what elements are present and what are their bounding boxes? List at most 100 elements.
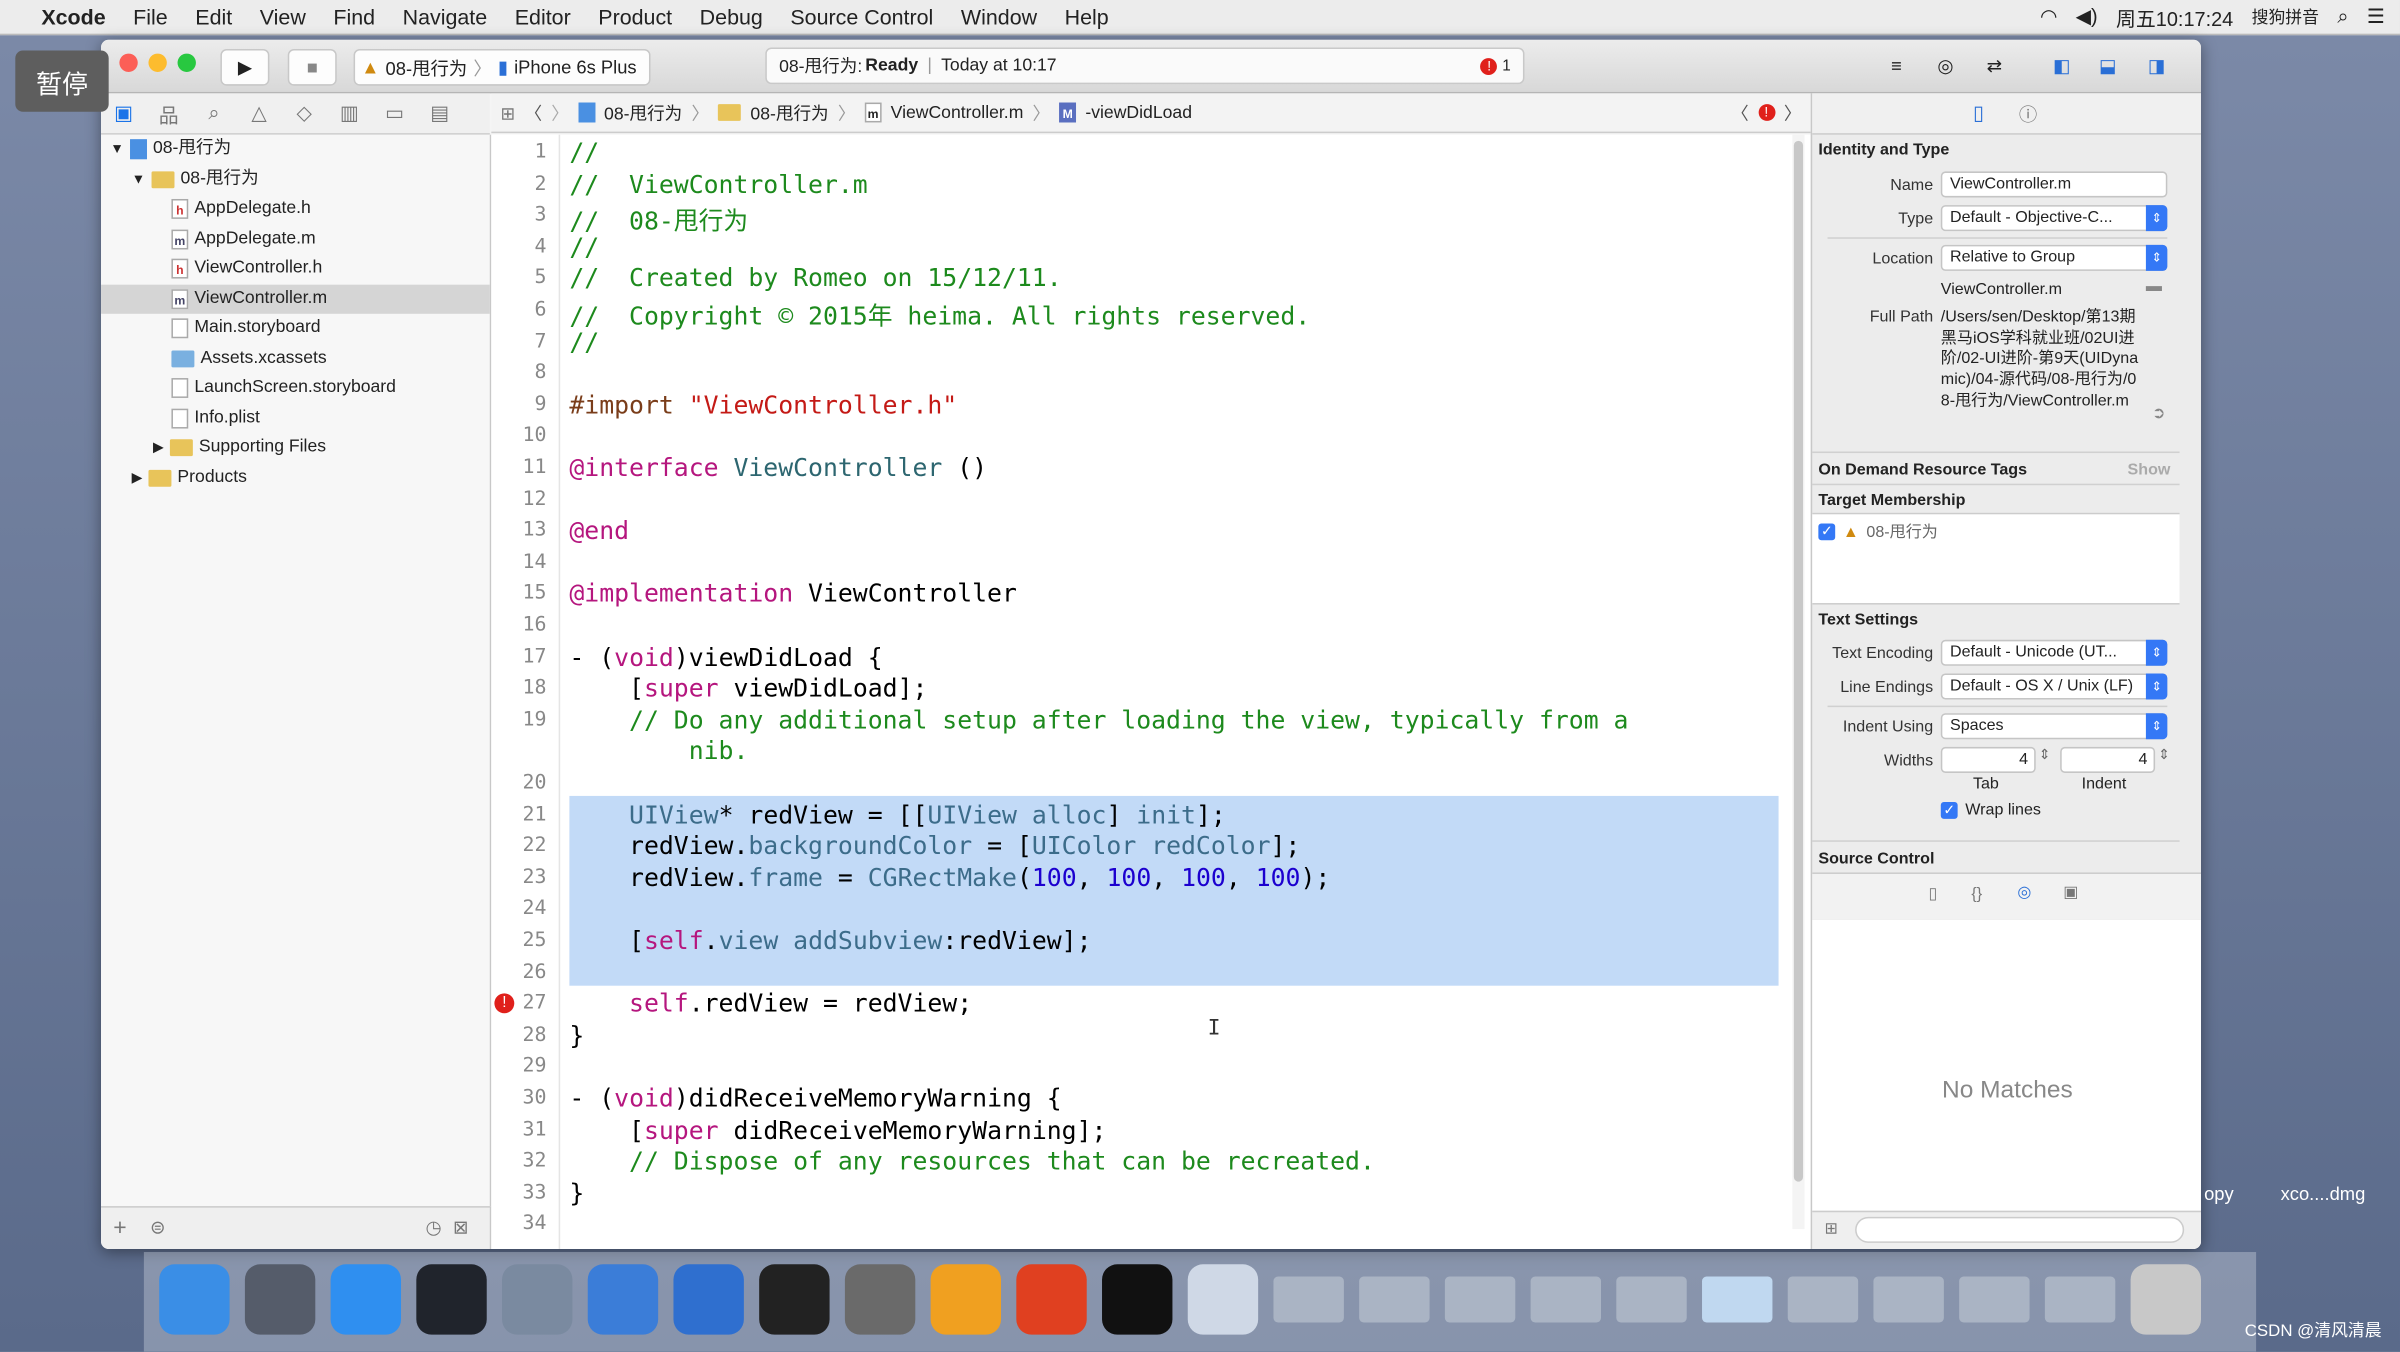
breakpoint-navigator-icon[interactable]: ▭ [372,101,417,125]
safari-icon[interactable] [330,1264,402,1335]
desktop-item-label[interactable]: xco....dmg [2281,1183,2366,1204]
file-template-icon[interactable]: ▯ [1929,885,1938,903]
menu-file[interactable]: File [119,5,181,29]
breadcrumb-file[interactable]: ViewController.m [891,103,1024,121]
line-number[interactable]: 5 [491,267,546,290]
line-number[interactable]: 15 [491,582,546,605]
version-editor-icon[interactable]: ⇄ [1974,49,2014,83]
line-number[interactable]: 34 [491,1213,546,1236]
tree-item-group[interactable]: ▶ Supporting Files [153,433,326,462]
line-number-gutter[interactable]: 1 2 3 4 5 6 7 8 9 10 11 12 13 14 15 16 17 18 19 20 21 22 23 24 2… [491,134,561,1249]
toggle-debug-icon[interactable]: ⬓ [2088,49,2128,83]
menu-window[interactable]: Window [947,5,1051,29]
finder-icon[interactable] [159,1264,230,1335]
scm-filter-icon[interactable]: ⊠ [453,1217,468,1238]
menu-edit[interactable]: Edit [181,5,245,29]
menu-find[interactable]: Find [320,5,389,29]
line-number[interactable]: 28 [491,1024,546,1047]
line-number[interactable]: 22 [491,834,546,857]
object-library-icon[interactable]: ◎ [2017,883,2031,901]
source-editor[interactable]: 1 2 3 4 5 6 7 8 9 10 11 12 13 14 15 16 17 18 19 20 21 22 23 24 2… [491,134,1811,1249]
line-number[interactable]: 26 [491,961,546,984]
tree-item-file[interactable]: h AppDelegate.h [171,194,311,223]
encoding-popup[interactable]: Default - Unicode (UT... ⇕ [1940,639,2168,666]
volume-icon[interactable]: ◀) [2076,5,2098,29]
window-thumbnail-icon[interactable] [2044,1276,2116,1323]
back-button[interactable]: 〈 [524,100,542,124]
menu-xcode[interactable]: Xcode [28,5,120,29]
debug-navigator-icon[interactable]: ▥ [327,101,372,125]
indent-width-stepper[interactable]: ⇕ [2158,747,2170,764]
line-number[interactable]: 20 [491,771,546,794]
editor-scrollbar[interactable] [1792,134,1805,1230]
tab-width-stepper[interactable]: ⇕ [2039,747,2051,764]
menu-help[interactable]: Help [1051,5,1123,29]
type-popup[interactable]: Default - Objective-C... ⇕ [1940,205,2168,232]
tree-item-file[interactable]: Assets.xcassets [171,344,327,373]
grid-view-icon[interactable]: ⊞ [1824,1220,1837,1238]
add-icon[interactable]: + [113,1215,126,1241]
spotlight-icon[interactable]: ⌕ [2337,5,2348,29]
window-thumbnail-icon[interactable] [1359,1276,1430,1323]
line-number[interactable]: 19 [491,708,546,731]
line-endings-popup[interactable]: Default - OS X / Unix (LF) ⇕ [1940,673,2168,700]
target-row[interactable]: ✓ ▲ 08-甩行为 [1818,520,1938,543]
line-number[interactable]: 32 [491,1150,546,1173]
scheme-selector[interactable]: ▲ 08-甩行为 〉 ▮ iPhone 6s Plus [353,48,651,86]
filter-icon[interactable]: ⊜ [150,1217,165,1238]
tree-item-file-selected[interactable]: m ViewController.m [101,283,490,314]
forward-button[interactable]: 〉 [551,100,569,124]
line-number[interactable]: 9 [491,393,546,416]
library-filter-input[interactable] [1855,1216,2185,1243]
zoom-button[interactable] [177,53,196,72]
symbol-navigator-icon[interactable]: 品 [146,99,191,128]
test-navigator-icon[interactable]: ◇ [282,101,327,125]
tree-item-file[interactable]: LaunchScreen.storyboard [171,373,396,402]
tree-item-file[interactable]: m AppDelegate.m [171,224,316,253]
line-number[interactable]: 17 [491,645,546,668]
checkbox-checked[interactable]: ✓ [1940,801,1958,819]
line-number[interactable]: 11 [491,456,546,479]
tree-item-group[interactable]: ▼ 08-甩行为 [132,165,259,194]
photo-app-icon[interactable] [502,1264,573,1335]
show-button[interactable]: Show [2128,461,2171,479]
stop-button[interactable]: ■ [287,48,337,86]
code-snippet-icon[interactable]: {} [1971,885,1982,903]
line-number[interactable]: 1 [491,141,546,164]
line-number[interactable]: 29 [491,1055,546,1078]
exec-icon[interactable] [1102,1264,1173,1335]
folder-icon[interactable]: ▬ [2146,277,2162,295]
file-inspector-icon[interactable]: ▯ [1973,101,1984,125]
reveal-in-finder-icon[interactable]: ➲ [2152,404,2165,422]
media-library-icon[interactable]: ▣ [2063,883,2078,901]
menu-product[interactable]: Product [584,5,685,29]
breadcrumb-group[interactable]: 08-甩行为 [750,100,828,124]
related-items-icon[interactable]: ⊞ [501,102,516,123]
mouse-app-icon[interactable] [416,1264,487,1335]
wifi-icon[interactable]: ◠ [2040,5,2057,29]
trash-icon[interactable] [2130,1264,2202,1335]
menu-debug[interactable]: Debug [686,5,777,29]
location-popup[interactable]: Relative to Group ⇕ [1940,244,2168,271]
window-thumbnail-icon[interactable] [1702,1276,1773,1323]
next-issue-icon[interactable]: 〉 [1784,100,1802,124]
tab-width-field[interactable]: 4 [1940,746,2036,773]
pause-overlay[interactable]: 暂停 [15,50,109,112]
breadcrumb-project[interactable]: 08-甩行为 [604,100,682,124]
desktop-item-label[interactable]: opy [2204,1183,2234,1204]
window-thumbnail-icon[interactable] [1273,1276,1344,1323]
line-number[interactable]: 7 [491,330,546,353]
instruments-icon[interactable] [673,1264,744,1335]
line-number[interactable]: 21 [491,803,546,826]
name-field[interactable]: ViewController.m [1940,171,2168,198]
close-button[interactable] [119,53,138,72]
clock[interactable]: 周五10:17:24 [2116,2,2233,31]
checkbox-checked[interactable]: ✓ [1818,523,1836,541]
recent-files-icon[interactable]: ◷ [426,1217,442,1238]
breadcrumb-method[interactable]: -viewDidLoad [1085,103,1192,121]
menu-navigate[interactable]: Navigate [389,5,501,29]
menu-editor[interactable]: Editor [501,5,585,29]
indent-using-popup[interactable]: Spaces ⇕ [1940,713,2168,740]
previous-issue-icon[interactable]: 〈 [1731,100,1749,124]
window-thumbnail-icon[interactable] [1787,1276,1859,1323]
